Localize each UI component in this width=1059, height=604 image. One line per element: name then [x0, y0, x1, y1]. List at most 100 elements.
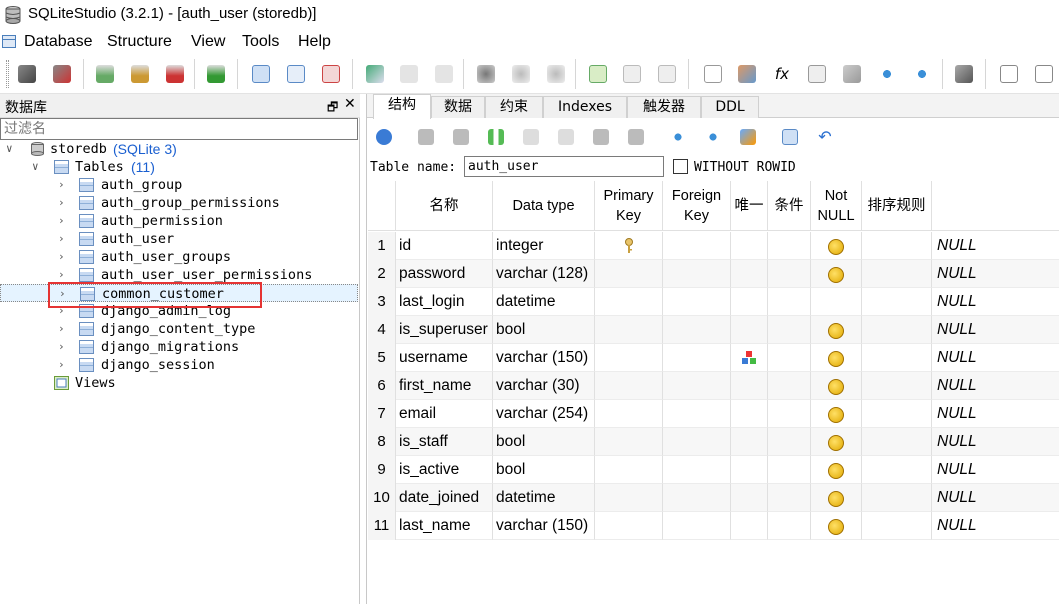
import-table-icon[interactable] [670, 129, 686, 145]
cell-collate[interactable] [862, 400, 932, 428]
edit-table-icon[interactable] [287, 65, 305, 83]
cell-type[interactable]: varchar (254) [493, 400, 595, 428]
cell-default[interactable]: NULL [932, 316, 1059, 344]
cell-type[interactable]: bool [493, 428, 595, 456]
cell-type[interactable]: datetime [493, 484, 595, 512]
extensions-icon[interactable] [843, 65, 861, 83]
cell-unique[interactable] [731, 484, 768, 512]
cascade-windows-icon[interactable] [1035, 65, 1053, 83]
tab-1[interactable]: 数据 [431, 96, 485, 118]
delete-table-icon[interactable] [322, 65, 340, 83]
rollback-icon[interactable] [453, 129, 469, 145]
cell-name[interactable]: is_superuser [396, 316, 493, 344]
row-number[interactable]: 11 [368, 512, 396, 540]
row-number[interactable]: 2 [368, 260, 396, 288]
chevron-right-icon[interactable]: › [58, 320, 70, 338]
cell-fk[interactable] [663, 288, 731, 316]
tab-4[interactable]: 触发器 [627, 96, 701, 118]
cell-unique[interactable] [731, 344, 768, 372]
cell-unique[interactable] [731, 260, 768, 288]
table-name-input[interactable]: auth_user [464, 156, 664, 177]
cell-notnull[interactable] [811, 484, 862, 512]
cell-name[interactable]: email [396, 400, 493, 428]
column-header-check[interactable]: 条件 [768, 181, 811, 231]
delete-column-icon[interactable] [558, 129, 574, 145]
cell-default[interactable]: NULL [932, 428, 1059, 456]
row-number[interactable]: 7 [368, 400, 396, 428]
cell-fk[interactable] [663, 456, 731, 484]
cell-default[interactable]: NULL [932, 232, 1059, 260]
tab-5[interactable]: DDL [701, 96, 759, 118]
tree-table-item[interactable]: › auth_permission [0, 212, 358, 230]
column-header-fk[interactable]: Foreign Key [663, 181, 731, 231]
edit-column-icon[interactable] [523, 129, 539, 145]
cell-unique[interactable] [731, 400, 768, 428]
row-number[interactable]: 9 [368, 456, 396, 484]
chevron-right-icon[interactable]: › [58, 356, 70, 374]
cell-pk[interactable] [595, 344, 663, 372]
cell-check[interactable] [768, 344, 811, 372]
cell-pk[interactable] [595, 512, 663, 540]
row-number[interactable]: 10 [368, 484, 396, 512]
cell-pk[interactable] [595, 372, 663, 400]
chevron-down-icon[interactable]: ∨ [32, 158, 44, 176]
cell-default[interactable]: NULL [932, 400, 1059, 428]
cell-name[interactable]: is_staff [396, 428, 493, 456]
cell-type[interactable]: varchar (30) [493, 372, 595, 400]
cell-collate[interactable] [862, 232, 932, 260]
cell-notnull[interactable] [811, 232, 862, 260]
delete-trigger-icon[interactable] [547, 65, 565, 83]
cell-check[interactable] [768, 512, 811, 540]
cell-notnull[interactable] [811, 372, 862, 400]
cell-default[interactable]: NULL [932, 288, 1059, 316]
cell-unique[interactable] [731, 372, 768, 400]
chevron-down-icon[interactable]: ∨ [6, 140, 18, 158]
edit-index-icon[interactable] [400, 65, 418, 83]
cell-check[interactable] [768, 372, 811, 400]
menu-structure[interactable]: Structure [107, 33, 172, 51]
tab-3[interactable]: Indexes [543, 96, 627, 118]
column-header-notnull[interactable]: Not NULL [811, 181, 862, 231]
tree-db-storedb[interactable]: ∨ storedb (SQLite 3) [0, 140, 358, 158]
cell-fk[interactable] [663, 400, 731, 428]
populate-table-icon[interactable] [740, 129, 756, 145]
cell-type[interactable]: varchar (150) [493, 344, 595, 372]
cell-unique[interactable] [731, 456, 768, 484]
chevron-right-icon[interactable]: › [58, 338, 70, 356]
chevron-right-icon[interactable]: › [58, 212, 70, 230]
cell-pk[interactable] [595, 232, 663, 260]
cell-default[interactable]: NULL [932, 260, 1059, 288]
cell-fk[interactable] [663, 344, 731, 372]
cell-name[interactable]: is_active [396, 456, 493, 484]
cell-pk[interactable] [595, 428, 663, 456]
cell-fk[interactable] [663, 316, 731, 344]
close-panel-icon[interactable]: ✕ [344, 96, 356, 112]
cell-fk[interactable] [663, 428, 731, 456]
export-table-icon[interactable] [705, 129, 721, 145]
cell-collate[interactable] [862, 260, 932, 288]
menu-tools[interactable]: Tools [242, 33, 279, 51]
cell-collate[interactable] [862, 484, 932, 512]
functions-icon[interactable]: fx [773, 65, 791, 83]
cell-check[interactable] [768, 484, 811, 512]
cell-notnull[interactable] [811, 288, 862, 316]
cell-collate[interactable] [862, 288, 932, 316]
cell-notnull[interactable] [811, 260, 862, 288]
move-up-icon[interactable] [593, 129, 609, 145]
cell-notnull[interactable] [811, 428, 862, 456]
cell-type[interactable]: integer [493, 232, 595, 260]
cell-pk[interactable] [595, 260, 663, 288]
commit-icon[interactable] [418, 129, 434, 145]
cell-fk[interactable] [663, 512, 731, 540]
new-view-icon[interactable] [589, 65, 607, 83]
tree-table-item[interactable]: › django_migrations [0, 338, 358, 356]
row-number[interactable]: 5 [368, 344, 396, 372]
new-index-icon[interactable] [366, 65, 384, 83]
cell-default[interactable]: NULL [932, 344, 1059, 372]
cell-fk[interactable] [663, 372, 731, 400]
cell-unique[interactable] [731, 512, 768, 540]
row-number[interactable]: 6 [368, 372, 396, 400]
row-number[interactable]: 4 [368, 316, 396, 344]
cell-fk[interactable] [663, 260, 731, 288]
cell-type[interactable]: varchar (150) [493, 512, 595, 540]
